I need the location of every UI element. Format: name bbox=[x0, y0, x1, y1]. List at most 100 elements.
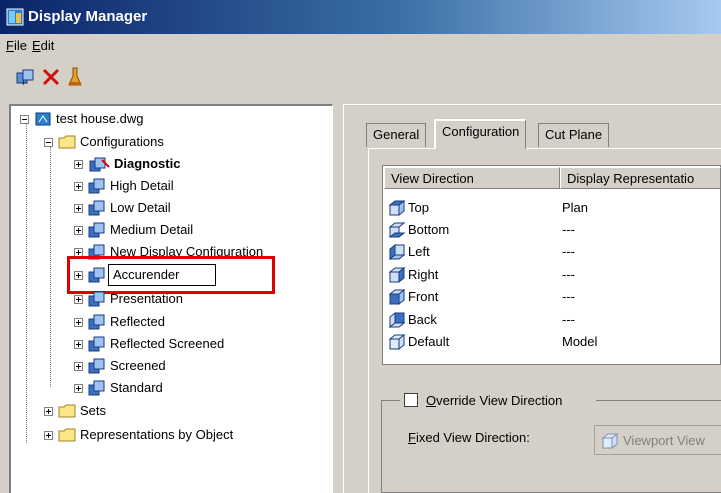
new-display-config-icon[interactable]: + bbox=[14, 66, 36, 88]
column-header-view-direction[interactable]: View Direction bbox=[384, 167, 560, 189]
folder-icon bbox=[58, 428, 76, 442]
tab-cut-plane[interactable]: Cut Plane bbox=[538, 123, 610, 147]
display-config-icon bbox=[88, 200, 105, 216]
fixed-label-mnemonic: F bbox=[408, 430, 416, 445]
list-row-default[interactable]: Default Model bbox=[386, 331, 721, 353]
expand-icon[interactable] bbox=[74, 160, 83, 169]
expand-icon[interactable] bbox=[74, 295, 83, 304]
fixed-view-direction-label: Fixed View Direction: bbox=[408, 430, 530, 445]
view-right-icon bbox=[388, 266, 406, 284]
override-label-mnemonic: O bbox=[426, 393, 437, 408]
list-row-front[interactable]: Front --- bbox=[386, 286, 721, 308]
display-rep-cell: Plan bbox=[562, 200, 589, 215]
folder-icon bbox=[58, 404, 76, 418]
viewport-view-icon bbox=[601, 432, 619, 450]
tree-item-label: Reflected Screened bbox=[110, 336, 225, 351]
tree-item-label: Screened bbox=[110, 358, 166, 373]
expand-icon[interactable] bbox=[74, 318, 83, 327]
menu-edit[interactable]: Edit bbox=[32, 38, 54, 53]
list-row-right[interactable]: Right --- bbox=[386, 264, 721, 286]
menu-file[interactable]: File bbox=[6, 38, 27, 53]
display-rep-cell: --- bbox=[562, 267, 575, 282]
list-row-top[interactable]: Top Plan bbox=[386, 197, 721, 219]
menu-edit-rest: dit bbox=[40, 38, 55, 53]
view-direction-cell: Right bbox=[408, 267, 439, 282]
display-rep-cell: --- bbox=[562, 312, 575, 327]
list-row-back[interactable]: Back --- bbox=[386, 309, 721, 331]
tree-configurations-label: Configurations bbox=[80, 134, 164, 149]
expand-icon[interactable] bbox=[74, 340, 83, 349]
fixed-label-text: ixed View Direction: bbox=[415, 430, 530, 445]
display-config-icon bbox=[88, 358, 105, 374]
tree-item-label: Standard bbox=[110, 380, 163, 395]
expand-icon[interactable] bbox=[74, 204, 83, 213]
display-config-icon bbox=[88, 178, 105, 194]
menu-edit-mnemonic: E bbox=[32, 38, 41, 53]
tree-line bbox=[26, 123, 27, 443]
tab-general[interactable]: General bbox=[366, 123, 427, 147]
view-direction-cell: Default bbox=[408, 334, 450, 349]
tree-item-label: Diagnostic bbox=[114, 156, 181, 171]
fixed-view-direction-value: Viewport View bbox=[623, 433, 705, 448]
folder-icon bbox=[58, 135, 76, 149]
app-icon bbox=[6, 8, 24, 26]
column-label: Display Representatio bbox=[567, 171, 695, 186]
view-direction-cell: Top bbox=[408, 200, 429, 215]
tree-item-label: Medium Detail bbox=[110, 222, 194, 237]
tree-item-label: Presentation bbox=[110, 291, 183, 306]
title-bar[interactable]: Display Manager bbox=[0, 0, 721, 34]
view-back-icon bbox=[388, 311, 406, 329]
drawing-file-icon bbox=[35, 112, 51, 126]
column-header-display-rep[interactable]: Display Representatio bbox=[560, 167, 721, 189]
tree-root-label: test house.dwg bbox=[56, 111, 144, 126]
list-header: View Direction Display Representatio bbox=[384, 167, 721, 189]
tree-sets-label: Sets bbox=[80, 403, 107, 418]
menu-file-mnemonic: F bbox=[6, 38, 14, 53]
display-config-icon bbox=[88, 380, 105, 396]
expand-icon[interactable] bbox=[74, 384, 83, 393]
tab-label: Cut Plane bbox=[545, 127, 603, 142]
purge-icon[interactable] bbox=[64, 66, 86, 88]
menu-file-rest: ile bbox=[13, 38, 27, 53]
expand-icon[interactable] bbox=[74, 182, 83, 191]
display-config-icon bbox=[88, 222, 105, 238]
list-row-bottom[interactable]: Bottom --- bbox=[386, 219, 721, 241]
svg-text:+: + bbox=[21, 78, 26, 88]
expand-icon[interactable] bbox=[74, 362, 83, 371]
view-direction-cell: Front bbox=[408, 289, 439, 304]
expand-icon[interactable] bbox=[74, 226, 83, 235]
display-config-icon bbox=[88, 291, 105, 307]
tab-label: General bbox=[373, 127, 420, 142]
collapse-icon[interactable] bbox=[20, 115, 29, 124]
delete-icon[interactable] bbox=[40, 66, 62, 88]
collapse-icon[interactable] bbox=[44, 138, 53, 147]
override-label-text: verride View Direction bbox=[436, 393, 563, 408]
tab-label: Configuration bbox=[442, 124, 520, 139]
override-label[interactable]: Override View Direction bbox=[426, 393, 562, 408]
column-label: View Direction bbox=[391, 171, 474, 186]
view-left-icon bbox=[388, 243, 406, 261]
tab-configuration[interactable]: Configuration bbox=[434, 119, 527, 149]
toolbar: + bbox=[0, 58, 721, 94]
display-rep-cell: --- bbox=[562, 222, 575, 237]
tree-item-label: Low Detail bbox=[110, 200, 171, 215]
tree-item-label: High Detail bbox=[110, 178, 174, 193]
fixed-view-direction-select[interactable]: Viewport View bbox=[594, 425, 721, 455]
display-rep-cell: --- bbox=[562, 289, 575, 304]
display-rep-cell: --- bbox=[562, 244, 575, 259]
view-default-icon bbox=[388, 333, 406, 351]
list-row-left[interactable]: Left --- bbox=[386, 241, 721, 263]
display-manager-window: Display Manager File Edit + test house.d… bbox=[0, 0, 721, 493]
display-config-icon bbox=[88, 314, 105, 330]
config-diagnostic-icon bbox=[89, 157, 110, 172]
expand-icon[interactable] bbox=[44, 407, 53, 416]
view-front-icon bbox=[388, 288, 406, 306]
tree-item-label: Reflected bbox=[110, 314, 165, 329]
override-checkbox[interactable] bbox=[404, 393, 418, 407]
tree-line bbox=[50, 147, 51, 387]
expand-icon[interactable] bbox=[44, 431, 53, 440]
display-config-icon bbox=[88, 336, 105, 352]
pane-splitter[interactable] bbox=[334, 104, 342, 493]
menu-bar: File Edit bbox=[0, 34, 721, 58]
display-rep-cell: Model bbox=[562, 334, 598, 349]
